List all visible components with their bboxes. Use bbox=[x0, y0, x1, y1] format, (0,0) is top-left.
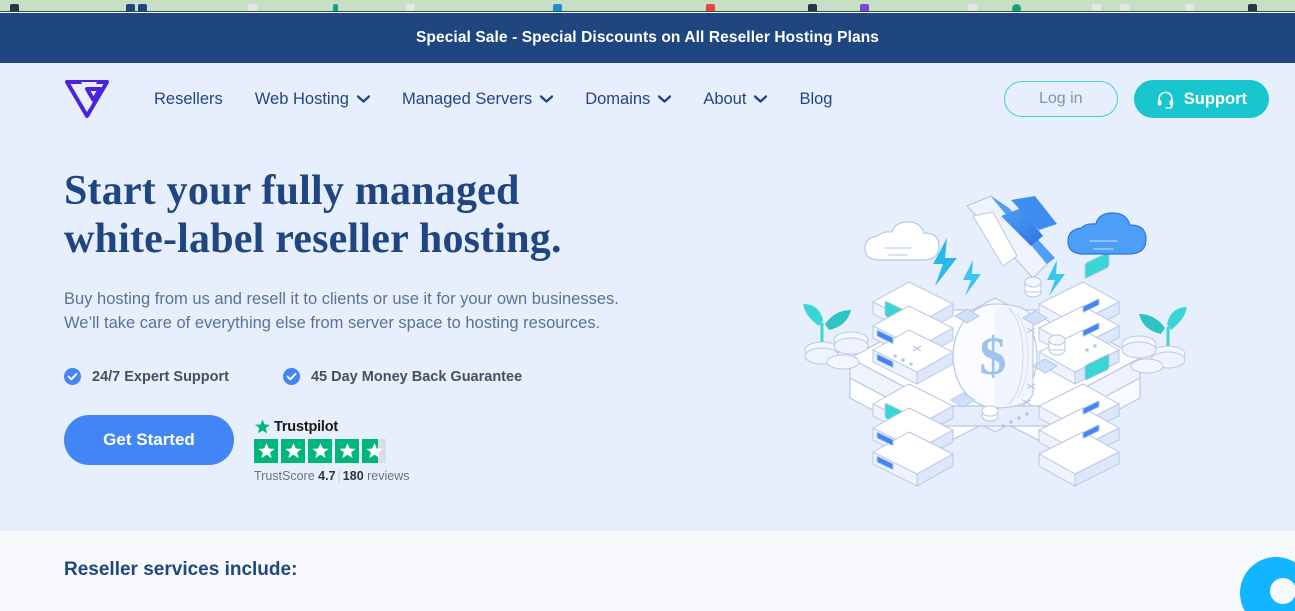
isometric-server-network-illustration: $ bbox=[795, 178, 1195, 498]
bookmark-favicon[interactable] bbox=[553, 4, 562, 11]
chevron-down-icon bbox=[754, 95, 768, 103]
trustpilot-score-line: TrustScore 4.7 | 180 reviews bbox=[254, 469, 410, 483]
reviews-count: 180 bbox=[342, 469, 364, 483]
bookmark-favicon[interactable] bbox=[10, 4, 19, 11]
headline-line-1: Start your fully managed bbox=[64, 168, 520, 214]
hero-feature-list: 24/7 Expert Support 45 Day Money Back Gu… bbox=[64, 368, 724, 385]
bookmark-favicon[interactable] bbox=[138, 4, 147, 11]
svg-text:$: $ bbox=[980, 326, 1007, 386]
nav-item-managed-servers[interactable]: Managed Servers bbox=[386, 84, 569, 115]
lightning-bolt-icon bbox=[1047, 260, 1065, 296]
nav-item-label: Web Hosting bbox=[254, 89, 349, 108]
subtitle-line-2: We’ll take care of everything else from … bbox=[64, 314, 601, 332]
nav-item-blog[interactable]: Blog bbox=[783, 84, 848, 115]
trustscore-separator: | bbox=[337, 469, 341, 483]
bookmark-favicon[interactable] bbox=[1248, 4, 1257, 11]
hero-feature-item: 45 Day Money Back Guarantee bbox=[282, 368, 523, 385]
bookmark-favicon[interactable] bbox=[1185, 4, 1194, 11]
cloud-icon-light bbox=[864, 221, 940, 261]
nav-item-domains[interactable]: Domains bbox=[569, 84, 687, 115]
logo-3d-icon bbox=[965, 195, 1057, 279]
chevron-down-icon bbox=[658, 95, 672, 103]
check-circle-icon bbox=[282, 368, 300, 385]
page-title: Start your fully managed white-label res… bbox=[64, 167, 724, 263]
hero-illustration-svg: $ bbox=[803, 195, 1187, 487]
nav-item-label: Blog bbox=[799, 89, 833, 108]
bookmark-favicon[interactable] bbox=[860, 4, 869, 11]
support-button-label: Support bbox=[1183, 89, 1247, 108]
trustpilot-star-filled bbox=[281, 439, 305, 463]
bookmark-favicon[interactable] bbox=[1092, 4, 1101, 11]
bookmark-favicon[interactable] bbox=[968, 4, 977, 11]
bookmark-favicon[interactable] bbox=[808, 4, 817, 11]
chevron-down-icon bbox=[356, 95, 370, 103]
hero-content: Start your fully managed white-label res… bbox=[64, 167, 724, 483]
headset-icon bbox=[1157, 91, 1174, 109]
hero-subtitle: Buy hosting from us and resell it to cli… bbox=[64, 287, 724, 335]
browser-bookmarks-bar[interactable] bbox=[0, 0, 1295, 12]
bookmark-favicon[interactable] bbox=[1012, 4, 1021, 11]
trustscore-value: 4.7 bbox=[318, 469, 336, 483]
hero-feature-label: 45 Day Money Back Guarantee bbox=[310, 368, 523, 385]
hero-section: Resellers Web Hosting Managed Servers Do… bbox=[0, 63, 1295, 531]
lightning-bolt-icon bbox=[963, 260, 981, 296]
trustpilot-star-partial bbox=[362, 439, 386, 463]
trustscore-label: TrustScore bbox=[254, 469, 315, 483]
trustpilot-star-rating bbox=[254, 439, 410, 463]
subtitle-line-1: Buy hosting from us and resell it to cli… bbox=[64, 290, 619, 308]
plant-coins-left bbox=[803, 304, 869, 370]
cloud-icon-dark bbox=[1067, 212, 1147, 255]
hero-cta-row: Get Started Trustpilot TrustScore 4.7 | … bbox=[64, 415, 724, 483]
nav-item-about[interactable]: About bbox=[687, 84, 783, 115]
nav-actions: Log in Support bbox=[1003, 80, 1269, 118]
section-heading: Reseller services include: bbox=[64, 559, 298, 580]
reviews-label: reviews bbox=[367, 469, 410, 483]
trustpilot-brand: Trustpilot bbox=[254, 419, 410, 435]
main-navigation: Resellers Web Hosting Managed Servers Do… bbox=[0, 63, 1295, 135]
nav-links: Resellers Web Hosting Managed Servers Do… bbox=[138, 84, 848, 115]
trustpilot-star-icon bbox=[255, 419, 270, 434]
trustpilot-brand-name: Trustpilot bbox=[274, 419, 339, 435]
check-circle-icon bbox=[64, 368, 81, 385]
bookmark-favicon[interactable] bbox=[126, 4, 135, 11]
promo-banner[interactable]: Special Sale - Special Discounts on All … bbox=[0, 13, 1295, 63]
nav-item-resellers[interactable]: Resellers bbox=[138, 84, 239, 115]
nav-item-label: About bbox=[703, 89, 747, 108]
nav-item-label: Resellers bbox=[154, 89, 223, 108]
nav-item-label: Domains bbox=[585, 89, 651, 108]
reseller-services-section: Reseller services include: bbox=[0, 531, 1295, 611]
trustpilot-star-filled bbox=[335, 439, 359, 463]
login-button[interactable]: Log in bbox=[1003, 81, 1118, 117]
get-started-button[interactable]: Get Started bbox=[64, 415, 234, 465]
promo-banner-text: Special Sale - Special Discounts on All … bbox=[415, 29, 880, 46]
trustpilot-star-filled bbox=[254, 439, 278, 463]
chevron-down-icon bbox=[540, 95, 554, 103]
brand-logo-icon bbox=[65, 80, 109, 118]
brand-logo[interactable] bbox=[64, 78, 116, 120]
page-root: Special Sale - Special Discounts on All … bbox=[0, 0, 1295, 611]
trustpilot-star-filled bbox=[308, 439, 332, 463]
nav-item-web-hosting[interactable]: Web Hosting bbox=[239, 84, 386, 115]
bookmark-favicon[interactable] bbox=[1120, 4, 1129, 11]
hero-feature-item: 24/7 Expert Support bbox=[64, 368, 229, 385]
bookmark-favicon[interactable] bbox=[706, 4, 715, 11]
bookmark-favicon[interactable] bbox=[333, 4, 338, 11]
bookmark-favicon[interactable] bbox=[406, 4, 415, 11]
headline-line-2: white-label reseller hosting. bbox=[64, 216, 562, 262]
support-button[interactable]: Support bbox=[1133, 80, 1269, 118]
plant-coins-right bbox=[1121, 307, 1187, 374]
trustpilot-widget[interactable]: Trustpilot TrustScore 4.7 | 180 reviews bbox=[254, 419, 410, 483]
nav-item-label: Managed Servers bbox=[401, 89, 533, 108]
hero-feature-label: 24/7 Expert Support bbox=[92, 368, 229, 385]
bookmark-favicon[interactable] bbox=[248, 4, 257, 11]
